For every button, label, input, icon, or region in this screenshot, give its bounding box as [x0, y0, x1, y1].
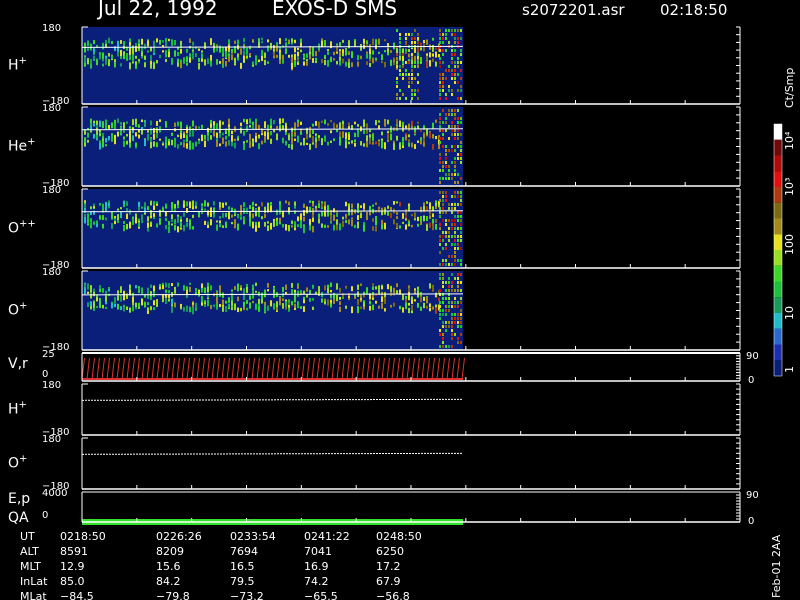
- y-tick-bottom-7: 0: [42, 510, 48, 521]
- colorbar-label-10000: 10⁴: [783, 131, 796, 150]
- panel-label-main-0: H: [8, 58, 19, 74]
- ut-cell: −84.5: [60, 590, 94, 600]
- panel-label-sup-0: +: [19, 56, 27, 67]
- right-tick-bottom-4: 0: [748, 375, 754, 386]
- colorbar-boxes: [773, 123, 783, 377]
- colorbar-swatch: [774, 187, 782, 203]
- exos-d-sms-plot: Jul 22, 1992 EXOS-D SMS s2072201.asr 02:…: [0, 0, 800, 600]
- panel-label-sup-1: +: [27, 137, 35, 148]
- ut-cell: 0226:26: [156, 530, 202, 543]
- y-tick-top-1: 180: [42, 103, 61, 114]
- colorbar-label-1000: 10³: [783, 178, 796, 196]
- header-date: Jul 22, 1992: [96, 0, 218, 20]
- right-tick-top-4: 90: [746, 351, 759, 362]
- colorbar-swatch: [774, 297, 782, 313]
- colorbar-swatch: [774, 313, 782, 329]
- y-tick-top-6: 180: [42, 434, 61, 445]
- ut-cell: 17.2: [376, 560, 401, 573]
- ut-cell: −79.8: [156, 590, 190, 600]
- panel-label-main-5: H: [8, 402, 19, 418]
- ut-cell: 7041: [304, 545, 332, 558]
- ut-cell: 0248:50: [376, 530, 422, 543]
- colorbar-swatch: [774, 344, 782, 361]
- side-label: Feb-01 2AA: [770, 534, 783, 598]
- ut-cell: 0241:22: [304, 530, 350, 543]
- right-tick-top-7: 90: [746, 490, 759, 501]
- ut-row-label: MLat: [20, 590, 47, 600]
- ut-cell: 7694: [230, 545, 258, 558]
- ut-cell: 8591: [60, 545, 88, 558]
- panel-label-4: V,r: [8, 356, 28, 372]
- panel-label-main-6: O: [8, 456, 19, 472]
- ut-cell: 6250: [376, 545, 404, 558]
- ut-cell: 8209: [156, 545, 184, 558]
- y-tick-bottom-4: 0: [42, 369, 48, 380]
- colorbar-swatch: [774, 265, 782, 282]
- panel-label-7: E,p: [8, 491, 30, 507]
- heatmap-bg-3: [82, 271, 463, 350]
- panel-label-main-3: O: [8, 303, 19, 319]
- y-tick-top-4: 25: [42, 349, 55, 360]
- panel-label-sup-3: +: [19, 301, 27, 312]
- ut-cell: 12.9: [60, 560, 85, 573]
- header-title: EXOS-D SMS: [272, 0, 397, 20]
- panel-label-sup-6: +: [19, 454, 27, 465]
- ut-row-label: InLat: [20, 575, 48, 588]
- colorbar-swatch: [774, 139, 782, 156]
- heatmap-bg-1: [82, 107, 463, 186]
- ut-cell: −56.8: [376, 590, 410, 600]
- colorbar-label-100: 100: [783, 234, 796, 255]
- ut-row-label: ALT: [20, 545, 39, 558]
- ut-cell: −65.5: [304, 590, 338, 600]
- colorbar-swatch: [774, 155, 782, 172]
- y-tick-top-3: 180: [42, 267, 61, 278]
- panel-sublabel-qa: QA: [8, 510, 29, 526]
- right-tick-bottom-7: 0: [748, 516, 754, 527]
- ut-cell: 15.6: [156, 560, 181, 573]
- colorbar-title: Ct/Smp: [783, 68, 796, 108]
- colorbar-swatch: [774, 360, 782, 376]
- ut-cell: 0233:54: [230, 530, 276, 543]
- ut-cell: 16.5: [230, 560, 255, 573]
- ut-cell: 79.5: [230, 575, 255, 588]
- ut-row-label: UT: [20, 530, 35, 543]
- ut-cell: 0218:50: [60, 530, 106, 543]
- panel-label-main-2: O: [8, 221, 19, 237]
- colorbar-label-1: 1: [783, 366, 796, 373]
- y-tick-top-7: 4000: [42, 488, 67, 499]
- ut-cell: 74.2: [304, 575, 329, 588]
- colorbar-swatch: [774, 281, 782, 298]
- ut-row-label: MLT: [20, 560, 41, 573]
- colorbar-swatch: [774, 202, 782, 219]
- ut-cell: −73.2: [230, 590, 264, 600]
- colorbar-swatch: [774, 218, 782, 235]
- colorbar-swatch: [774, 171, 782, 187]
- ut-cell: 16.9: [304, 560, 329, 573]
- ut-cell: 84.2: [156, 575, 181, 588]
- ut-cell: 85.0: [60, 575, 85, 588]
- colorbar-swatch: [774, 234, 782, 250]
- y-tick-top-2: 180: [42, 185, 61, 196]
- ut-cell: 67.9: [376, 575, 401, 588]
- y-tick-top-0: 180: [42, 23, 61, 34]
- panel-label-sup-2: ++: [19, 219, 36, 230]
- colorbar-swatch: [774, 328, 782, 345]
- panel-label-main-1: He: [8, 139, 27, 155]
- y-tick-top-5: 180: [42, 380, 61, 391]
- panel-label-main-4: V,r: [8, 356, 28, 372]
- header-file: s2072201.asr: [522, 1, 625, 19]
- header-time: 02:18:50: [660, 1, 727, 19]
- colorbar-swatch: [774, 124, 782, 140]
- colorbar-swatch: [774, 250, 782, 266]
- colorbar-label-10: 10: [783, 306, 796, 320]
- panel-label-sup-5: +: [19, 400, 27, 411]
- panel-label-main-7: E,p: [8, 491, 30, 507]
